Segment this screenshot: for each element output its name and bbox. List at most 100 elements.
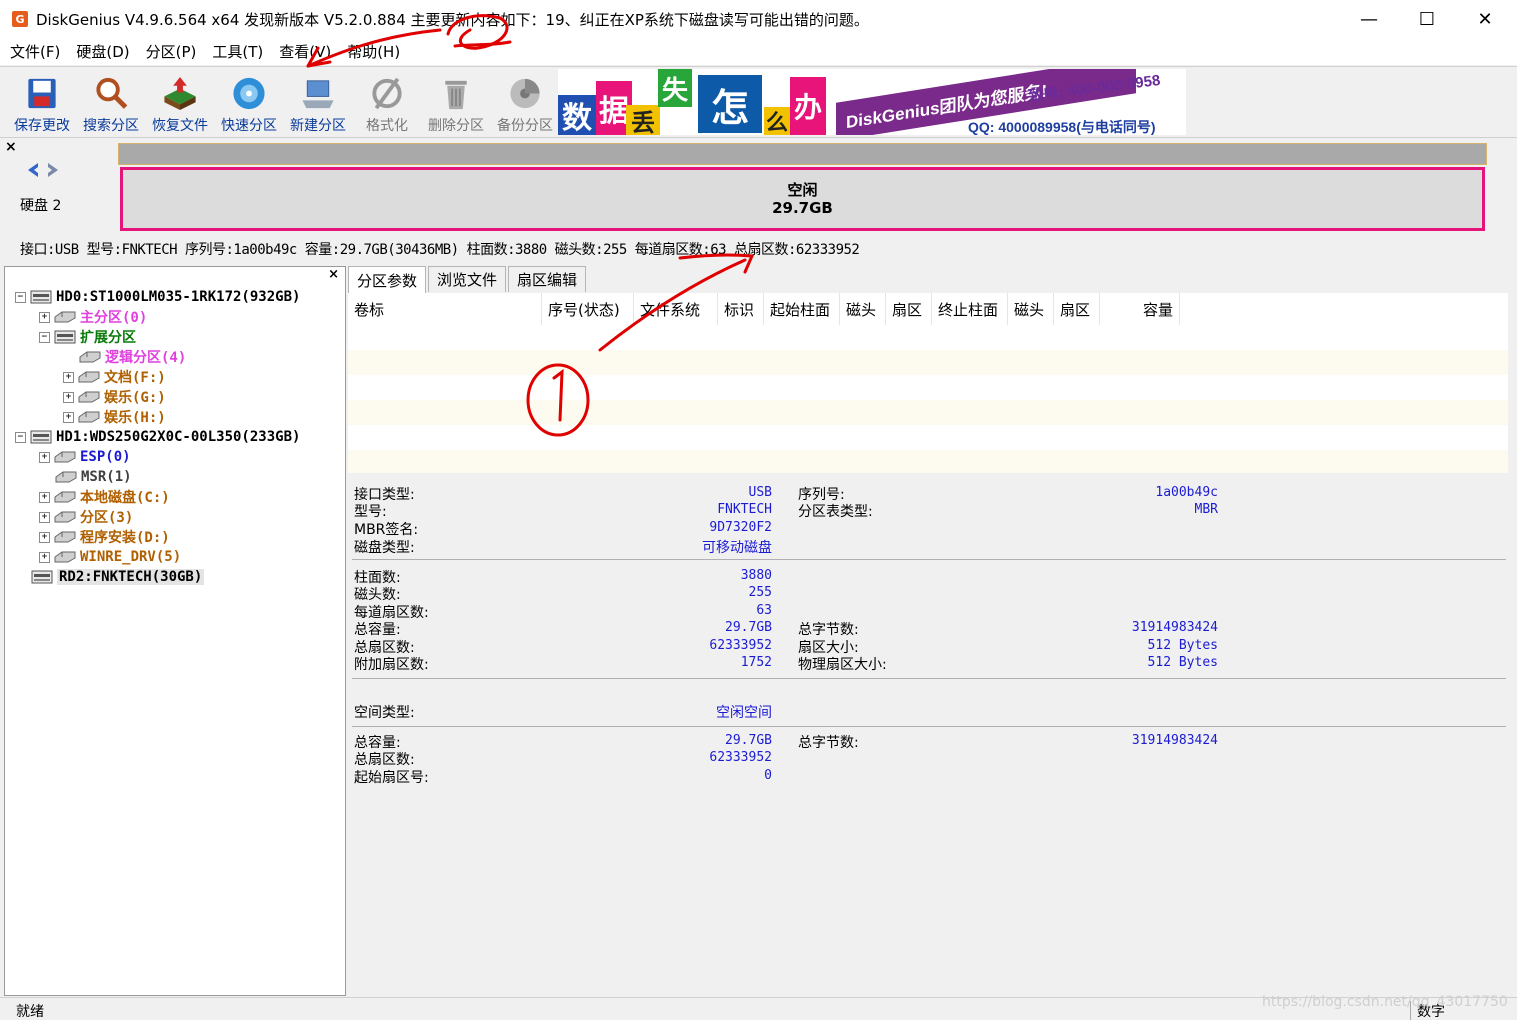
menu-bar: 文件(F) 硬盘(D) 分区(P) 工具(T) 查看(V) 帮助(H) <box>0 38 1517 65</box>
menu-disk[interactable]: 硬盘(D) <box>68 41 137 62</box>
col-index-status[interactable]: 序号(状态) <box>542 293 634 325</box>
recover-files-button[interactable]: 恢复文件 <box>146 71 214 135</box>
tree-disk-node[interactable]: − HD1:WDS250G2X0C-00L350(233GB) <box>15 427 300 447</box>
tree-close-icon[interactable]: × <box>328 267 339 282</box>
expand-icon[interactable]: + <box>63 371 74 383</box>
next-disk-icon[interactable] <box>48 163 58 177</box>
collapse-icon[interactable]: − <box>15 291 26 303</box>
model-value: FNKTECH <box>717 502 772 517</box>
col-volume-label[interactable]: 卷标 <box>348 293 542 325</box>
tree-node-label: 扩展分区 <box>80 330 136 346</box>
free-bytes-label: 总字节数: <box>798 735 859 751</box>
menu-partition[interactable]: 分区(P) <box>138 41 205 62</box>
search-partition-button[interactable]: 搜索分区 <box>77 71 145 135</box>
delete-icon <box>445 80 467 110</box>
tree-partition-node[interactable]: + 主分区(0) <box>39 307 147 327</box>
quick-partition-label: 快速分区 <box>221 118 277 134</box>
tab-browse-files[interactable]: 浏览文件 <box>428 266 507 292</box>
disk-details: 接口类型: USB 型号: FNKTECH MBR签名: 9D7320F2 磁盘… <box>348 476 1508 996</box>
free-space-block[interactable]: 空闲 29.7GB <box>120 167 1485 231</box>
menu-help[interactable]: 帮助(H) <box>339 41 408 62</box>
disk-tree-panel: × − HD0:ST1000LM035-1RK172(932GB) + 主分区(0) −… <box>4 266 346 996</box>
maximize-button[interactable]: ☐ <box>1398 0 1456 38</box>
tree-partition-node[interactable]: + 分区(3) <box>39 507 133 527</box>
expand-icon[interactable]: + <box>39 311 50 323</box>
total-capacity-label: 总容量: <box>354 622 401 638</box>
tree-partition-node[interactable]: 逻辑分区(4) <box>63 347 186 367</box>
collapse-icon[interactable]: − <box>15 431 26 443</box>
quick-partition-button[interactable]: 快速分区 <box>215 71 283 135</box>
disk-type-label: 磁盘类型: <box>354 540 415 556</box>
col-id[interactable]: 标识 <box>718 293 764 325</box>
watermark: https://blog.csdn.net/qq_43017750 <box>1262 994 1508 1010</box>
tab-partition-params[interactable]: 分区参数 <box>348 266 427 294</box>
col-filesystem[interactable]: 文件系统 <box>634 293 718 325</box>
disk-usage-bar[interactable] <box>118 143 1487 165</box>
banner-tile: 数 <box>558 95 596 135</box>
col-capacity[interactable]: 容量 <box>1100 293 1180 325</box>
quick-partition-icon <box>233 77 265 110</box>
backup-partition-button[interactable]: 备份分区 <box>491 71 559 135</box>
partition-table-header: 卷标 序号(状态) 文件系统 标识 起始柱面 磁头 扇区 终止柱面 磁头 扇区 … <box>348 293 1180 325</box>
expand-icon[interactable]: + <box>63 411 74 423</box>
tree-partition-node[interactable]: + 程序安装(D:) <box>39 527 170 547</box>
minimize-button[interactable]: — <box>1340 0 1398 38</box>
tree-node-label: ESP(0) <box>80 449 131 465</box>
start-sector-value: 0 <box>764 768 772 783</box>
tree-partition-node[interactable]: MSR(1) <box>39 467 132 487</box>
partition-icon <box>54 531 76 543</box>
save-icon <box>28 78 56 109</box>
hard-disk-icon <box>30 290 52 304</box>
table-row <box>348 425 1508 450</box>
format-button[interactable]: 格式化 <box>353 71 421 135</box>
expand-icon[interactable]: + <box>39 531 50 543</box>
collapse-icon[interactable]: − <box>39 331 50 343</box>
menu-tools[interactable]: 工具(T) <box>204 41 271 62</box>
details-divider <box>352 678 1506 679</box>
expand-icon[interactable]: + <box>39 511 50 523</box>
new-partition-button[interactable]: 新建分区 <box>284 71 352 135</box>
menu-file[interactable]: 文件(F) <box>2 41 68 62</box>
expand-icon[interactable]: + <box>39 551 50 563</box>
table-row <box>348 350 1508 375</box>
partition-table-type-label: 分区表类型: <box>798 504 873 520</box>
tree-node-label: 程序安装(D:) <box>80 530 170 546</box>
tree-partition-node[interactable]: + 娱乐(H:) <box>63 407 166 427</box>
table-row <box>348 325 1508 350</box>
partition-icon <box>54 511 76 523</box>
tab-sector-editor[interactable]: 扇区编辑 <box>508 266 587 292</box>
prev-disk-icon[interactable] <box>28 163 38 177</box>
tree-disk-node[interactable]: − HD0:ST1000LM035-1RK172(932GB) <box>15 287 300 307</box>
col-end-head[interactable]: 磁头 <box>1008 293 1054 325</box>
close-button[interactable]: ✕ <box>1456 0 1514 38</box>
disk-info-line: 接口:USB 型号:FNKTECH 序列号:1a00b49c 容量:29.7GB… <box>20 242 860 258</box>
search-partition-label: 搜索分区 <box>83 118 139 134</box>
col-start-cylinder[interactable]: 起始柱面 <box>764 293 840 325</box>
expand-icon[interactable]: + <box>63 391 74 403</box>
tree-partition-node[interactable]: + 娱乐(G:) <box>63 387 166 407</box>
menu-view[interactable]: 查看(V) <box>271 41 339 62</box>
tree-partition-node[interactable]: − 扩展分区 <box>39 327 136 347</box>
expand-icon[interactable]: + <box>39 491 50 503</box>
tree-disk-node[interactable]: RD2:FNKTECH(30GB) <box>15 567 205 587</box>
diskmap-close-icon[interactable]: × <box>5 139 17 155</box>
hard-disk-icon <box>31 570 53 584</box>
tree-partition-node[interactable]: + WINRE_DRV(5) <box>39 547 181 567</box>
col-start-sector[interactable]: 扇区 <box>886 293 932 325</box>
free-space-size: 29.7GB <box>772 199 833 217</box>
tree-partition-node[interactable]: + ESP(0) <box>39 447 131 467</box>
partition-table: 卷标 序号(状态) 文件系统 标识 起始柱面 磁头 扇区 终止柱面 磁头 扇区 … <box>348 293 1508 473</box>
interface-type-value: USB <box>748 485 772 500</box>
delete-partition-button[interactable]: 删除分区 <box>422 71 490 135</box>
mbr-signature-label: MBR签名: <box>354 522 419 538</box>
col-end-sector[interactable]: 扇区 <box>1054 293 1100 325</box>
total-capacity-value: 29.7GB <box>725 620 772 635</box>
free-bytes-value: 31914983424 <box>1131 733 1218 748</box>
col-end-cylinder[interactable]: 终止柱面 <box>932 293 1008 325</box>
tree-partition-node[interactable]: + 本地磁盘(C:) <box>39 487 170 507</box>
col-start-head[interactable]: 磁头 <box>840 293 886 325</box>
tree-partition-node[interactable]: + 文档(F:) <box>63 367 166 387</box>
save-changes-button[interactable]: 保存更改 <box>8 71 76 135</box>
expand-icon[interactable]: + <box>39 451 50 463</box>
service-banner[interactable]: 数 据 丢 失 怎 么 办 DiskGenius团队为您服务! 致电: 400-… <box>558 69 1186 135</box>
